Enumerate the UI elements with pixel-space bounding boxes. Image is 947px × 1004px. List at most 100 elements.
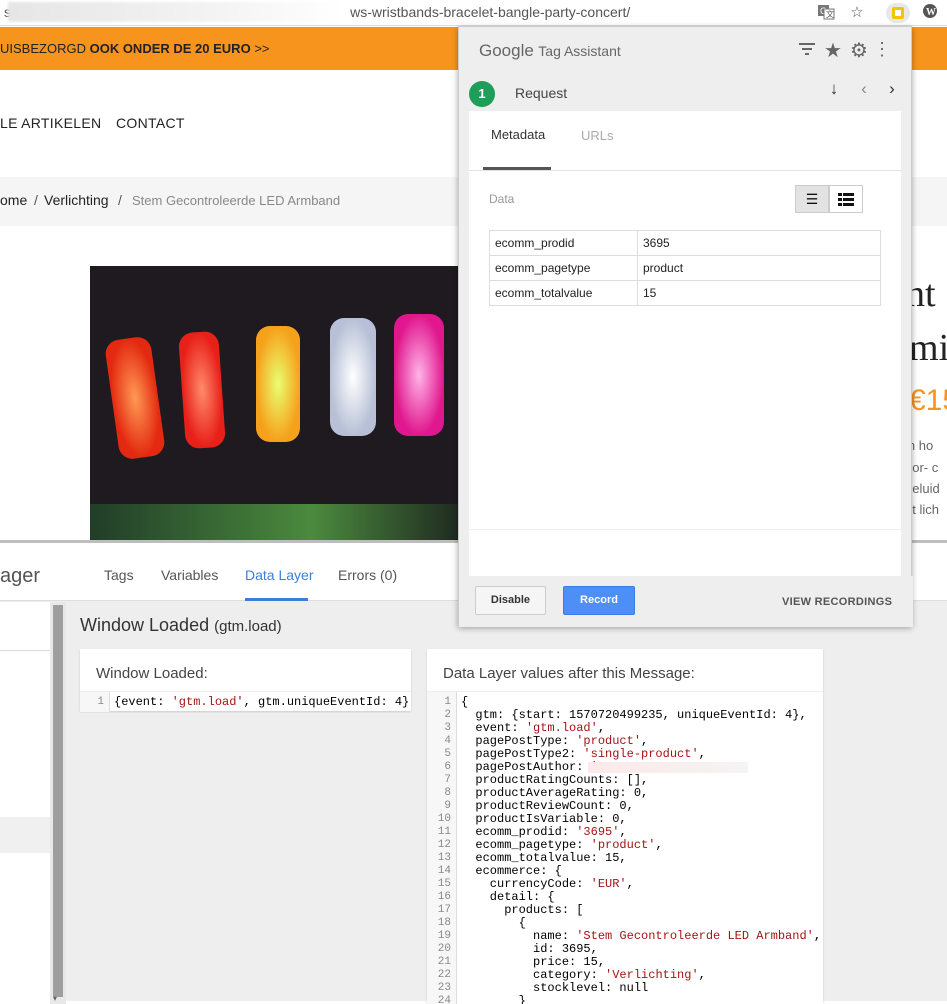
breadcrumb-sep: / (34, 192, 38, 208)
breadcrumb-current: Stem Gecontroleerde LED Armband (132, 193, 341, 208)
line-number: 13 (437, 852, 451, 864)
tag-assistant-title: Google Tag Assistant (479, 41, 621, 60)
banner-prefix: UISBEZORGD (0, 41, 86, 56)
scrollbar-thumb[interactable] (53, 605, 63, 997)
message-card: Window Loaded: 1 {event: 'gtm.load', gtm… (80, 649, 411, 712)
translate-icon[interactable]: G文 (816, 3, 836, 23)
tab-urls[interactable]: URLs (581, 128, 614, 143)
tab-tags[interactable]: Tags (104, 567, 134, 583)
tag-assistant-footer: Disable Record VIEW RECORDINGS (459, 576, 913, 627)
event-list-item-selected[interactable] (0, 817, 50, 853)
product-image[interactable] (90, 266, 460, 540)
more-vert-icon[interactable]: ⋮ (873, 39, 891, 60)
line-number: 11 (437, 826, 451, 838)
nav-item-artikelen[interactable]: LE ARTIKELEN (0, 115, 101, 131)
detail-view-button[interactable] (829, 185, 863, 213)
line-number: 21 (437, 956, 451, 968)
wordpress-icon[interactable]: W (920, 3, 940, 23)
data-key: ecomm_totalvalue (489, 280, 638, 306)
line-number: 15 (437, 878, 451, 890)
line-number: 17 (437, 904, 451, 916)
tag-assistant-popup: Google Tag Assistant ★ ⚙ ⋮ 1 Request ↓ ‹… (458, 26, 913, 627)
line-number: 12 (437, 839, 451, 851)
chevron-right-icon[interactable]: › (883, 79, 901, 99)
line-number: 16 (437, 891, 451, 903)
line-number: 1 (97, 696, 104, 708)
line-number: 14 (437, 865, 451, 877)
line-number: 2 (444, 709, 451, 721)
product-title-line2: mi (909, 327, 947, 369)
list-view-icon: ☰ (805, 191, 819, 207)
disable-button[interactable]: Disable (475, 586, 546, 615)
line-number: 6 (444, 761, 451, 773)
tab-data-layer[interactable]: Data Layer (245, 567, 313, 583)
line-number: 20 (437, 943, 451, 955)
gear-icon[interactable]: ⚙ (849, 38, 869, 63)
tab-errors[interactable]: Errors (0) (338, 567, 397, 583)
data-label: Data (489, 192, 515, 206)
table-row: ecomm_totalvalue 15 (489, 280, 881, 306)
star-icon[interactable]: ★ (823, 38, 843, 63)
line-number: 22 (437, 969, 451, 981)
data-layer-card: Data Layer values after this Message: 1{… (427, 649, 823, 1004)
svg-text:W: W (926, 7, 936, 18)
message-card-title: Window Loaded: (96, 665, 208, 682)
breadcrumb-home[interactable]: ome (0, 192, 27, 208)
list-view-button[interactable]: ☰ (795, 185, 829, 213)
url-redacted-region (8, 2, 344, 22)
line-number: 10 (437, 813, 451, 825)
message-code[interactable]: {event: 'gtm.load', gtm.uniqueEventId: 4… (114, 696, 409, 709)
line-number: 9 (444, 800, 451, 812)
banner-strong[interactable]: OOK ONDER DE 20 EURO (90, 41, 251, 56)
banner-arrows[interactable]: >> (254, 41, 269, 56)
breadcrumb-category[interactable]: Verlichting (44, 192, 109, 208)
table-row: ecomm_pagetype product (489, 255, 881, 281)
data-layer-card-title: Data Layer values after this Message: (443, 665, 695, 682)
line-number: 23 (437, 982, 451, 994)
line-number: 7 (444, 774, 451, 786)
bookmark-star-icon[interactable]: ☆ (847, 3, 867, 23)
product-price: €15 (909, 384, 947, 417)
detail-view-icon (830, 186, 862, 215)
line-number: 18 (437, 917, 451, 929)
tag-assistant-body: Metadata URLs Data ☰ ecomm_prodid 3695 ec… (469, 111, 901, 576)
data-value: 15 (637, 280, 881, 306)
line-number: 1 (444, 696, 451, 708)
tab-variables[interactable]: Variables (161, 567, 218, 583)
google-logo: Google (479, 41, 534, 60)
line-number: 4 (444, 735, 451, 747)
event-list[interactable] (0, 602, 50, 1004)
chevron-left-icon[interactable]: ‹ (855, 79, 873, 99)
data-value: product (637, 255, 881, 281)
request-count-badge: 1 (469, 81, 495, 107)
record-button[interactable]: Record (563, 586, 635, 615)
tag-assistant-icon[interactable] (886, 3, 910, 23)
line-number: 3 (444, 722, 451, 734)
scroll-down-icon[interactable]: ▾ (53, 994, 57, 1003)
data-value: 3695 (637, 230, 881, 256)
body-separator (469, 529, 901, 530)
tab-metadata[interactable]: Metadata (491, 127, 545, 142)
view-recordings-button[interactable]: VIEW RECORDINGS (782, 596, 892, 608)
arrow-down-icon[interactable]: ↓ (825, 79, 843, 99)
nav-item-contact[interactable]: CONTACT (116, 115, 185, 131)
data-table: ecomm_prodid 3695 ecomm_pagetype product e… (489, 230, 881, 306)
tab-separator (469, 170, 901, 171)
event-title: Window Loaded (gtm.load) (80, 615, 282, 635)
data-key: ecomm_pagetype (489, 255, 638, 281)
gtm-logo: ager (0, 565, 41, 587)
browser-url-bar[interactable]: slws-wristbands-bracelet-bangle-party-co… (0, 0, 947, 26)
line-number: 5 (444, 748, 451, 760)
line-number: 24 (437, 995, 451, 1004)
filter-icon[interactable] (797, 41, 817, 62)
active-tab-indicator (245, 598, 308, 601)
svg-text:文: 文 (826, 9, 834, 19)
breadcrumb-sep: / (118, 192, 122, 208)
request-label: Request (515, 85, 568, 101)
line-number: 19 (437, 930, 451, 942)
code-line: } (461, 994, 526, 1004)
line-number: 8 (444, 787, 451, 799)
redacted-author (588, 762, 748, 773)
table-row: ecomm_prodid 3695 (489, 230, 881, 256)
data-key: ecomm_prodid (489, 230, 638, 256)
